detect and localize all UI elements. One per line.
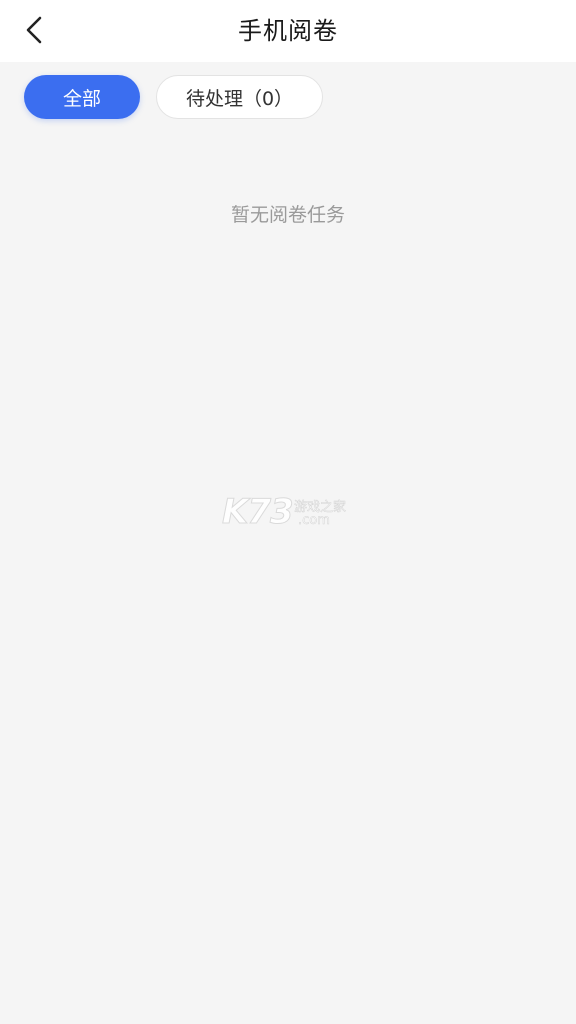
watermark-main-text: K73: [222, 492, 295, 533]
filter-all-tab[interactable]: 全部: [24, 75, 140, 119]
page-title: 手机阅卷: [238, 17, 338, 45]
watermark-domain-text: .com: [298, 513, 330, 529]
empty-state-message: 暂无阅卷任务: [230, 204, 345, 226]
top-bar: 手机阅卷: [0, 0, 576, 62]
filter-tabs: 全部 待处理（0）: [0, 62, 576, 142]
filter-pending-tab[interactable]: 待处理（0）: [156, 75, 323, 119]
watermark-logo: K73 游戏之家 .com: [222, 492, 354, 536]
